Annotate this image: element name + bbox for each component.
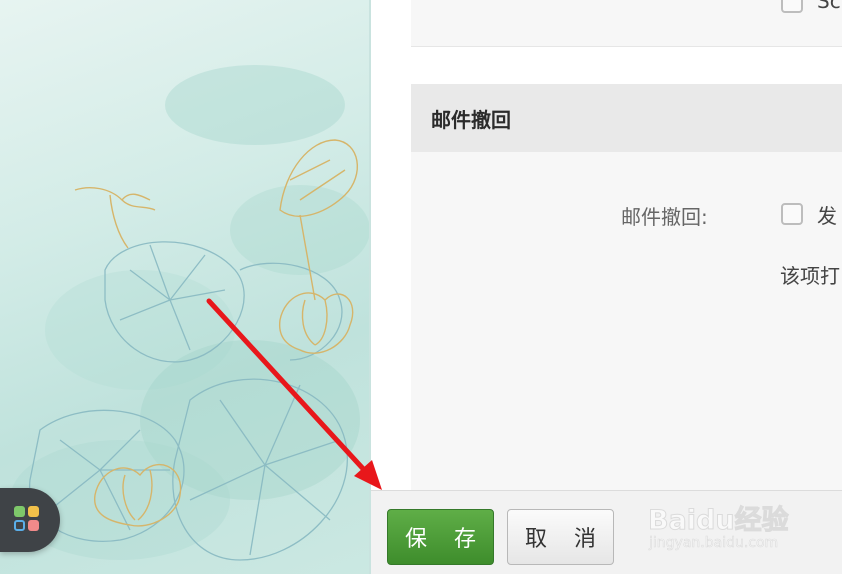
previous-option-label: Sc: [817, 0, 841, 13]
decorative-lotus-artwork: [0, 0, 370, 574]
app-grid-icon-tile: [14, 506, 25, 517]
mail-recall-field-label: 邮件撤回:: [621, 205, 708, 229]
lotus-illustration: [10, 65, 370, 561]
cancel-button[interactable]: 取 消: [507, 509, 614, 565]
mail-recall-checkbox-label: 发: [817, 204, 837, 228]
screen: Sc 邮件撤回 邮件撤回: 发 该项打 保 存 取 消 Baidu经验 jing…: [0, 0, 842, 574]
settings-panel: Sc 邮件撤回 邮件撤回: 发 该项打 保 存 取 消: [371, 0, 842, 574]
save-button[interactable]: 保 存: [387, 509, 494, 565]
mail-recall-header: 邮件撤回: [411, 84, 842, 152]
previous-settings-card: Sc: [411, 0, 842, 47]
previous-option-checkbox[interactable]: [781, 0, 803, 13]
app-grid-icon-tile: [28, 520, 39, 531]
app-grid-icon-tile: [14, 520, 25, 531]
app-grid-icon-tile: [28, 506, 39, 517]
mail-recall-checkbox[interactable]: [781, 203, 803, 225]
watermark-url: jingyan.baidu.com: [649, 535, 779, 552]
mail-recall-card: 邮件撤回 邮件撤回: 发 该项打: [411, 84, 842, 490]
app-grid-icon: [14, 506, 42, 534]
watermark-brand: Baidu经验: [648, 505, 790, 537]
watermark: Baidu经验 jingyan.baidu.com: [648, 498, 808, 558]
section-title: 邮件撤回: [431, 108, 511, 132]
mail-recall-hint: 该项打: [780, 264, 840, 288]
